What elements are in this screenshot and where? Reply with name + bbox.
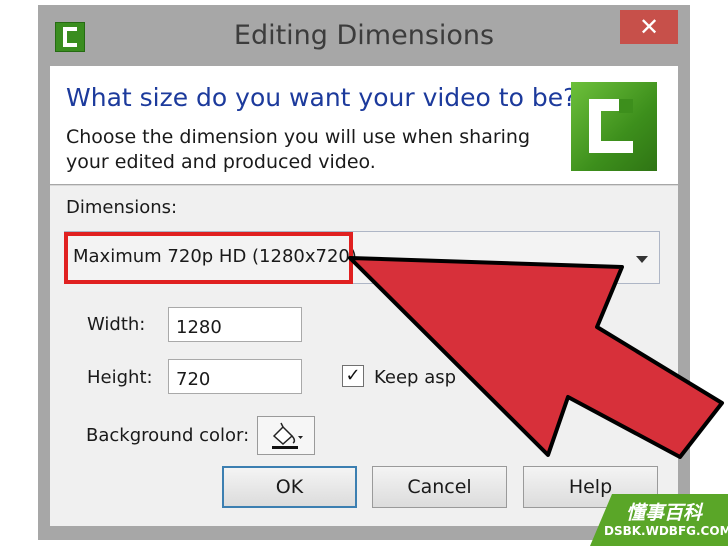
header-description: Choose the dimension you will use when s… — [66, 126, 531, 173]
red-arrow-annotation — [348, 256, 724, 459]
close-button[interactable]: ✕ — [620, 10, 678, 44]
header-title: What size do you want your video to be? — [66, 83, 577, 112]
dimensions-label: Dimensions: — [66, 197, 178, 218]
height-input[interactable] — [168, 359, 302, 394]
background-color-button[interactable] — [257, 416, 315, 455]
height-label: Height: — [87, 367, 153, 388]
width-label: Width: — [87, 314, 146, 335]
highlight-box — [64, 232, 353, 284]
watermark-name: 懂事百科 — [626, 502, 703, 524]
ok-button[interactable]: OK — [222, 466, 357, 508]
background-color-label: Background color: — [86, 425, 250, 446]
window-title: Editing Dimensions — [233, 20, 495, 51]
logo-c-glyph — [589, 99, 633, 153]
watermark-url: DSBK.WDBFG.COM — [604, 524, 728, 538]
width-input[interactable] — [168, 307, 302, 342]
paint-bucket-icon — [272, 422, 303, 449]
